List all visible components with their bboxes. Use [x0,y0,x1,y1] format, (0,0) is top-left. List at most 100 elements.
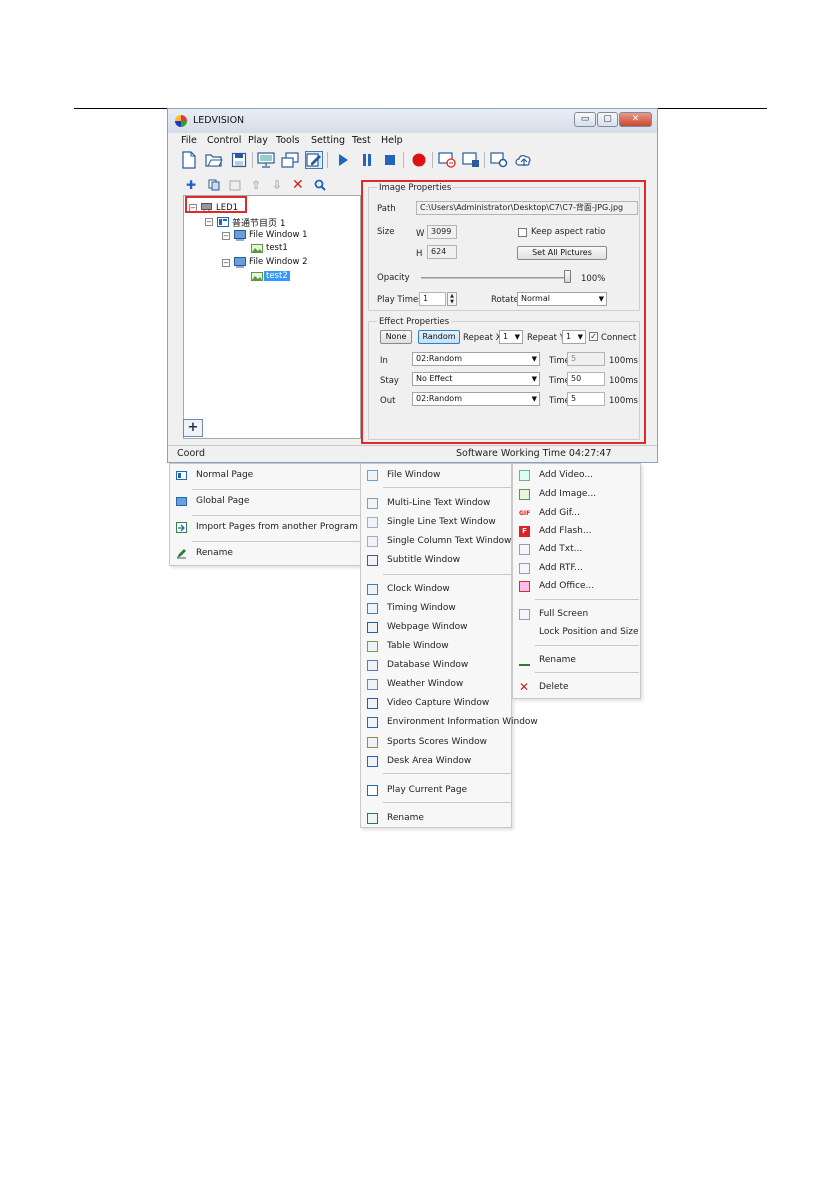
menu-item-import-pages[interactable]: Import Pages from another Program [170,518,362,538]
delete-icon[interactable]: ✕ [292,178,304,192]
repeat-y-select[interactable]: 1 ▼ [562,330,586,344]
menu-item-lock-position-size[interactable]: Lock Position and Size [513,623,640,643]
screen-off-icon[interactable] [438,151,456,169]
menu-item-add-flash[interactable]: F Add Flash... [513,522,640,542]
menu-file[interactable]: File [181,135,197,146]
menu-control[interactable]: Control [207,135,241,146]
add-page-button[interactable]: + [183,419,203,437]
settings-monitor-icon[interactable] [490,151,508,169]
menu-item-add-gif[interactable]: GIF Add Gif... [513,504,640,524]
play-page-icon [367,785,378,796]
play-times-spinner[interactable]: ▲ ▼ [447,292,457,306]
timer-icon [367,603,378,614]
set-all-pictures-button[interactable]: Set All Pictures [517,246,607,260]
stay-time-field[interactable]: 50 [567,372,605,386]
menu-item-add-rtf[interactable]: Add RTF... [513,559,640,579]
menu-test[interactable]: Test [352,135,371,146]
connect-checkbox[interactable]: ✓ [589,332,598,341]
collapse-window2-toggle[interactable]: − [222,259,230,267]
paste-icon[interactable] [229,179,241,193]
out-time-field[interactable]: 5 [567,392,605,406]
menu-item-add-txt[interactable]: Add Txt... [513,540,640,560]
out-effect-select[interactable]: 02:Random ▼ [412,392,540,406]
collapse-page-toggle[interactable]: − [205,218,213,226]
menu-play[interactable]: Play [248,135,268,146]
menu-item-desk-area-window[interactable]: Desk Area Window [361,752,511,772]
save-icon[interactable] [230,151,248,169]
random-button[interactable]: Random [418,330,460,344]
search-icon[interactable] [314,179,326,193]
menu-tools[interactable]: Tools [276,135,299,146]
window-layout-icon[interactable] [281,151,299,169]
menu-item-environment-information-window[interactable]: Environment Information Window [361,713,538,733]
stop-icon[interactable] [381,151,399,169]
in-time-field[interactable]: 5 [567,352,605,366]
width-field[interactable]: 3099 [427,225,457,239]
menu-item-multi-line-text-window[interactable]: Multi-Line Text Window [361,494,511,514]
close-button[interactable]: ✕ [619,112,652,127]
menu-item-normal-page[interactable]: Normal Page [170,466,362,486]
tree-node-test2[interactable]: test2 [264,271,290,281]
led-screen-icon[interactable] [257,151,275,169]
keep-aspect-checkbox[interactable] [518,228,527,237]
menu-item-play-current-page[interactable]: Play Current Page [361,781,511,801]
menu-item-add-image[interactable]: Add Image... [513,485,640,505]
menu-item-rename[interactable]: Rename [513,651,640,671]
tree-node-page[interactable]: 普通节目页 1 [232,216,286,229]
copy-icon[interactable] [208,179,220,193]
menu-item-rename-page[interactable]: Rename [170,544,362,564]
play-times-field[interactable]: 1 [419,292,446,306]
menu-item-add-video[interactable]: Add Video... [513,466,640,486]
tree-node-test1[interactable]: test1 [266,243,288,253]
tree-node-file-window-1[interactable]: File Window 1 [249,230,308,240]
menu-item-weather-window[interactable]: Weather Window [361,675,511,695]
new-file-icon[interactable] [180,151,198,169]
pause-icon[interactable] [358,151,376,169]
maximize-button[interactable]: ▢ [597,112,618,127]
stay-effect-select[interactable]: No Effect ▼ [412,372,540,386]
edit-program-icon[interactable] [305,151,323,169]
menu-item-full-screen[interactable]: Full Screen [513,605,640,625]
none-button[interactable]: None [380,330,412,344]
add-icon[interactable]: ✚ [186,179,196,191]
menu-item-webpage-window[interactable]: Webpage Window [361,618,511,638]
menu-help[interactable]: Help [381,135,403,146]
menu-setting[interactable]: Setting [311,135,345,146]
opacity-slider-thumb[interactable] [564,270,571,283]
page-context-menu: Normal Page Global Page Import Pages fro… [169,463,363,566]
menu-item-file-window[interactable]: File Window [361,466,511,486]
rotate-select[interactable]: Normal ▼ [517,292,607,306]
program-tree[interactable]: − LED1 − 普通节目页 1 − File Window 1 test1 −… [183,195,361,439]
menu-item-single-column-text-window[interactable]: Single Column Text Window [361,532,511,552]
menu-item-database-window[interactable]: Database Window [361,656,511,676]
open-folder-icon[interactable] [205,151,223,169]
menu-item-add-office[interactable]: Add Office... [513,577,640,597]
menu-item-single-line-text-window[interactable]: Single Line Text Window [361,513,511,533]
move-down-icon[interactable]: ⇩ [272,179,282,191]
cloud-upload-icon[interactable] [515,151,533,169]
path-field[interactable]: C:\Users\Administrator\Desktop\C7\C7-背面-… [416,201,638,215]
play-icon[interactable] [334,151,352,169]
menu-item-timing-window[interactable]: Timing Window [361,599,511,619]
menu-item-subtitle-window[interactable]: Subtitle Window [361,551,511,571]
collapse-window1-toggle[interactable]: − [222,232,230,240]
move-up-icon[interactable]: ⇧ [251,179,261,191]
in-time-unit: 100ms [609,356,638,366]
minimize-button[interactable]: ▭ [574,112,596,127]
height-field[interactable]: 624 [427,245,457,259]
menu-item-clock-window[interactable]: Clock Window [361,580,511,600]
screen-lock-icon[interactable] [462,151,480,169]
in-effect-select[interactable]: 02:Random ▼ [412,352,540,366]
tree-node-file-window-2[interactable]: File Window 2 [249,257,308,267]
play-times-label: Play Times [377,295,423,305]
menu-item-video-capture-window[interactable]: Video Capture Window [361,694,511,714]
menu-item-global-page[interactable]: Global Page [170,492,362,512]
opacity-slider[interactable] [421,277,571,279]
menu-item-table-window[interactable]: Table Window [361,637,511,657]
title-bar[interactable]: LEDVISION ▭ ▢ ✕ [168,109,657,133]
menu-item-delete[interactable]: ✕ Delete [513,678,640,698]
record-icon[interactable] [410,151,428,169]
repeat-x-select[interactable]: 1 ▼ [499,330,523,344]
menu-item-rename-window[interactable]: Rename [361,809,511,829]
menu-item-sports-scores-window[interactable]: Sports Scores Window [361,733,511,753]
